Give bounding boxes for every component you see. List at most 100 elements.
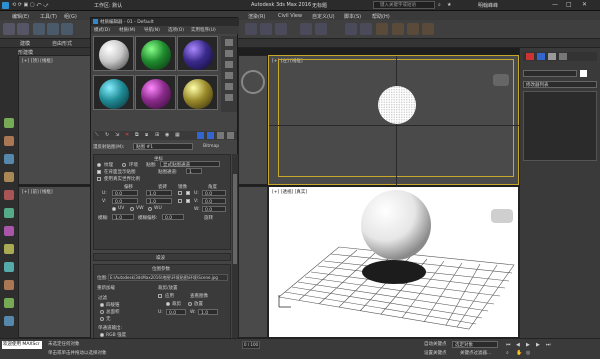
sample-slot-6[interactable] <box>177 75 218 110</box>
sample-type-icon[interactable] <box>225 39 233 46</box>
blur-offset-field[interactable]: 0.0 <box>162 214 184 221</box>
modify-tab-icon[interactable] <box>537 53 545 60</box>
tool-icon-3[interactable] <box>4 154 14 164</box>
crop-radio[interactable] <box>166 302 170 306</box>
menu-tools[interactable]: 工具(T) <box>40 13 57 20</box>
tool-icon-2[interactable] <box>4 136 14 146</box>
search-icon[interactable]: ⌕ <box>438 2 441 8</box>
pick-material-icon[interactable] <box>227 132 234 139</box>
menu-customize[interactable]: 自定义(U) <box>312 13 335 20</box>
menu-help[interactable]: 帮助(H) <box>372 13 390 20</box>
material-type-button[interactable]: Bitmap <box>203 144 219 149</box>
maximize-button[interactable]: □ <box>566 1 572 8</box>
blur-field[interactable]: 1.0 <box>112 214 134 221</box>
copy-material-icon[interactable]: ⧉ <box>135 132 139 138</box>
align-icon[interactable] <box>315 23 327 35</box>
map-channel-field[interactable]: 1 <box>186 168 202 175</box>
render-production-icon[interactable] <box>422 23 434 35</box>
pyramidal-radio[interactable] <box>100 303 104 307</box>
scrollbar-thumb[interactable] <box>233 174 237 264</box>
mat-menu-navigation[interactable]: 导航(N) <box>144 27 160 33</box>
tool-icon-8[interactable] <box>4 244 14 254</box>
sphere-wireframe[interactable] <box>378 86 416 124</box>
viewcube-left-icon[interactable] <box>493 74 509 86</box>
show-in-viewport-icon[interactable]: ▦ <box>175 132 180 138</box>
mirror-u-checkbox[interactable] <box>178 191 182 195</box>
filter-none-radio[interactable] <box>100 317 104 321</box>
link-icon[interactable] <box>33 23 45 35</box>
mat-menu-options[interactable]: 选项(O) <box>168 27 184 33</box>
rotate-button[interactable]: 旋转 <box>204 215 213 221</box>
tool-icon-9[interactable] <box>4 262 14 272</box>
auto-key-button[interactable]: 自动关键点 <box>424 341 447 347</box>
play-icon[interactable]: ▶ <box>526 342 530 348</box>
render-setup-icon[interactable] <box>392 23 404 35</box>
mat-menu-material[interactable]: 材质(M) <box>119 27 135 33</box>
redo-icon[interactable] <box>17 23 29 35</box>
go-to-start-icon[interactable]: ⏮ <box>506 342 511 348</box>
go-forward-sibling-icon[interactable] <box>217 132 224 139</box>
tool-icon-10[interactable] <box>4 280 14 290</box>
modifier-list-dropdown[interactable]: 修改器列表 <box>523 81 597 88</box>
wu-radio[interactable] <box>148 207 152 211</box>
mat-menu-modes[interactable]: 模式(D) <box>94 27 110 33</box>
bitmap-params-title[interactable]: 位图参数 <box>152 266 170 272</box>
sample-slot-5[interactable] <box>135 75 176 110</box>
mapping-dropdown[interactable]: 显式贴图通道 <box>160 161 220 168</box>
sample-slot-1[interactable] <box>93 36 134 71</box>
motion-tab-icon[interactable] <box>559 53 567 60</box>
angle-w-field[interactable]: 0.0 <box>202 206 226 213</box>
menu-group[interactable]: 组(G) <box>64 13 77 20</box>
bind-space-warp-icon[interactable] <box>61 23 73 35</box>
maxscript-listener[interactable]: 欢迎使用 MAXScr <box>2 341 42 349</box>
app-logo-icon[interactable] <box>2 2 9 9</box>
rgb-intensity-radio[interactable] <box>100 333 104 337</box>
noise-title[interactable]: 噪波 <box>156 255 165 261</box>
viewport-front-label[interactable]: [+] [前] [线框] <box>22 189 53 195</box>
offset-u-field[interactable]: 0.0 <box>112 190 138 197</box>
viewport-top-label[interactable]: [+] [顶] [线框] <box>22 58 53 64</box>
ribbon-tab-modeling[interactable]: 建模 <box>20 40 30 47</box>
unlink-icon[interactable] <box>47 23 59 35</box>
quick-access-bar[interactable]: ⟲ ⟳ ▣ ▢ ⤺ ⤻ <box>12 2 48 8</box>
object-name-field[interactable] <box>523 70 577 77</box>
undo-icon[interactable] <box>3 23 15 35</box>
sample-slot-3[interactable] <box>177 36 218 71</box>
tool-icon-6[interactable] <box>4 208 14 218</box>
tool-icon-12[interactable] <box>4 316 14 326</box>
snap-toggle-icon[interactable] <box>245 23 257 35</box>
schematic-view-icon[interactable] <box>360 23 372 35</box>
set-key-button[interactable]: 设置关键点 <box>424 350 447 356</box>
mirror-v-checkbox[interactable] <box>178 199 182 203</box>
tool-icon-7[interactable] <box>4 226 14 236</box>
vw-radio[interactable] <box>130 207 134 211</box>
menu-scripting[interactable]: 脚本(S) <box>344 13 361 20</box>
percent-snap-icon[interactable] <box>275 23 287 35</box>
search-input[interactable]: 键入关键字或短语 <box>373 1 435 9</box>
uv-radio[interactable] <box>112 207 116 211</box>
tile-u-checkbox[interactable] <box>186 191 190 195</box>
create-tab-icon[interactable] <box>526 53 534 60</box>
minimize-button[interactable]: — <box>552 1 558 8</box>
tool-icon-4[interactable] <box>4 172 14 182</box>
menu-render[interactable]: 渲染(R) <box>248 13 265 20</box>
sample-slot-2[interactable] <box>135 36 176 71</box>
community-icon[interactable]: ★ <box>447 2 451 8</box>
apply-checkbox[interactable] <box>158 294 162 298</box>
viewcube-persp-icon[interactable] <box>491 209 513 223</box>
tile-v-checkbox[interactable] <box>186 199 190 203</box>
material-name-field[interactable]: 贴图 #1 <box>133 143 193 150</box>
put-to-scene-icon[interactable]: ↻ <box>105 132 109 138</box>
tool-icon-1[interactable] <box>4 118 14 128</box>
workspace-selector[interactable]: 工作区: 默认 <box>94 2 122 9</box>
mat-menu-utilities[interactable]: 实用程序(U) <box>191 27 216 33</box>
hierarchy-tab-icon[interactable] <box>548 53 556 60</box>
assign-material-icon[interactable]: ⇲ <box>115 132 119 138</box>
user-account[interactable]: 明翰峰峰 <box>478 2 498 9</box>
reload-button[interactable]: 重新加载 <box>97 285 115 291</box>
offset-v-field[interactable]: 0.0 <box>112 198 138 205</box>
put-to-library-icon[interactable]: ⊞ <box>155 132 159 138</box>
prev-frame-icon[interactable]: ◀ <box>516 342 520 348</box>
video-check-icon[interactable] <box>225 83 233 90</box>
backlight-icon[interactable] <box>225 50 233 57</box>
